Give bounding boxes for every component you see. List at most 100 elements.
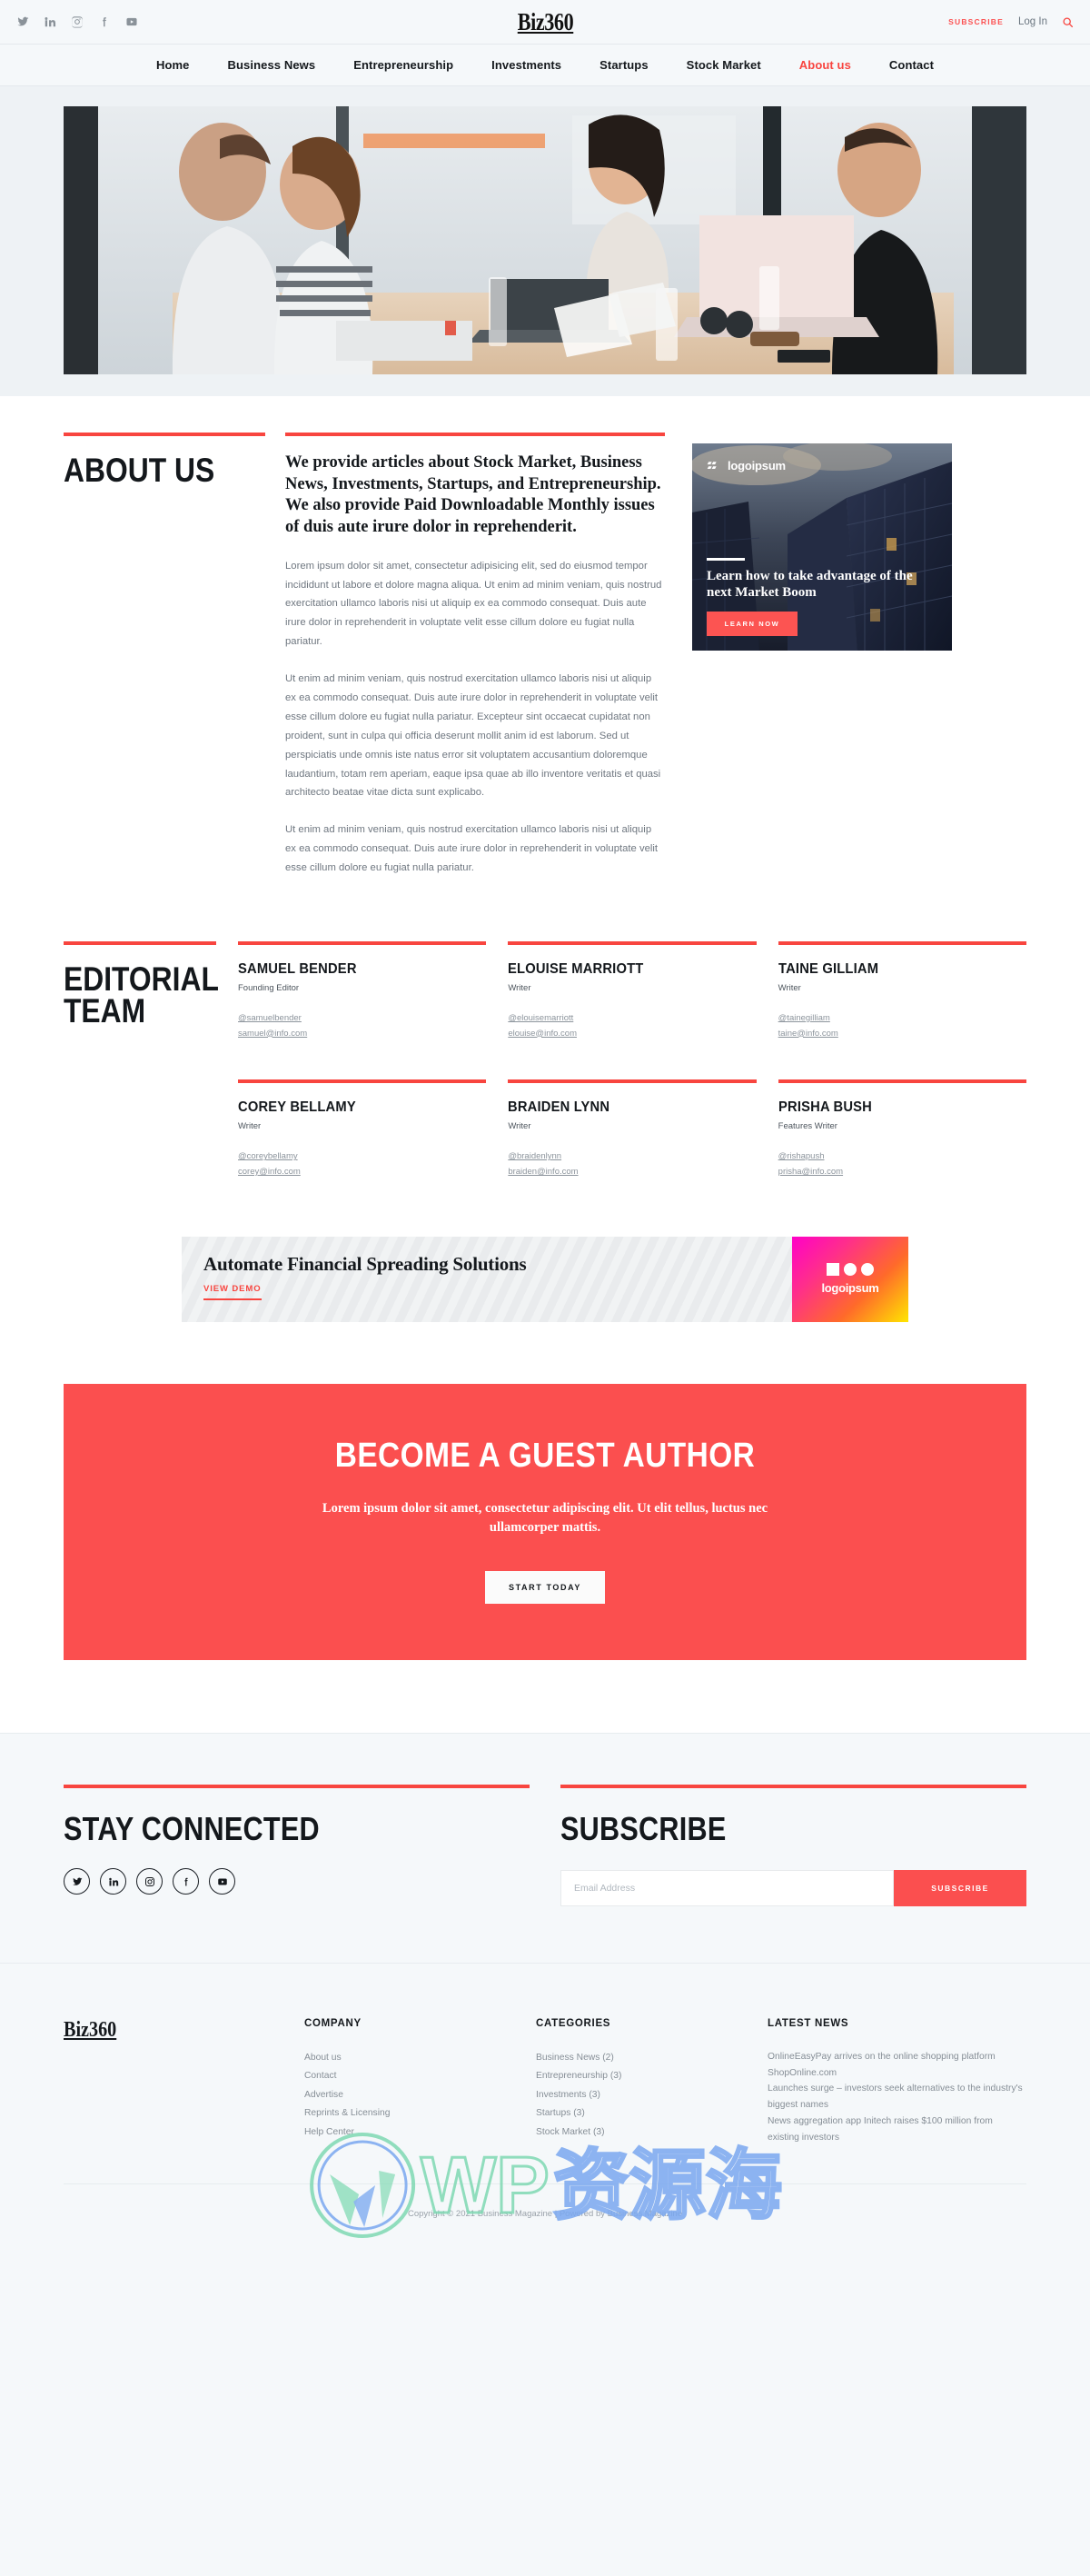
- footer-latest-news-heading: LATEST NEWS: [768, 2018, 849, 2030]
- team-title-spacer: [64, 1079, 216, 1179]
- team-member-email[interactable]: taine@info.com: [778, 1027, 1026, 1042]
- sidebar-ad-logo: logoipsum: [707, 458, 937, 473]
- team-title-column: Editorial Team: [64, 941, 219, 1041]
- subscribe-button[interactable]: SUBSCRIBE: [894, 1870, 1026, 1907]
- header-login-link[interactable]: Log In: [1018, 16, 1047, 27]
- linkedin-icon[interactable]: [44, 15, 56, 28]
- section-accent-rule: [508, 1079, 757, 1084]
- connect-subscribe-section: Stay Connected: [0, 1733, 1090, 1964]
- banner-ad-content: Automate Financial Spreading Solutions V…: [182, 1236, 792, 1322]
- page-title: About Us: [64, 452, 215, 489]
- footer-news-item[interactable]: Launches surge – investors seek alternat…: [768, 2081, 1026, 2113]
- nav-item-investments[interactable]: Investments: [472, 58, 580, 72]
- site-footer: Biz360 COMPANY About us Contact Advertis…: [0, 1963, 1090, 2245]
- team-member-role: Writer: [778, 983, 801, 994]
- twitter-icon[interactable]: [16, 15, 29, 28]
- footer-category-entrepreneurship[interactable]: Entrepreneurship (3): [536, 2067, 768, 2085]
- sidebar-ad-cta-button[interactable]: LEARN NOW: [707, 612, 798, 636]
- instagram-icon[interactable]: [71, 15, 84, 28]
- main-navigation: Home Business News Entrepreneurship Inve…: [137, 58, 953, 72]
- email-input[interactable]: [560, 1870, 894, 1907]
- team-member-card: PRISHA BUSH Features Writer @rishapush p…: [778, 1079, 1026, 1179]
- sidebar-ad-rule: [707, 558, 745, 561]
- stay-connected-block: Stay Connected: [64, 1785, 530, 1906]
- team-row-2: COREY BELLAMY Writer @coreybellamy corey…: [64, 1079, 1026, 1179]
- team-member-card: COREY BELLAMY Writer @coreybellamy corey…: [238, 1079, 487, 1180]
- footer-news-item[interactable]: News aggregation app Initech raises $100…: [768, 2114, 1026, 2145]
- header-subscribe-link[interactable]: SUBSCRIBE: [948, 17, 1004, 26]
- sidebar-column: logoipsum Learn how to take advantage of…: [692, 433, 1026, 878]
- section-accent-rule: [560, 1785, 1026, 1789]
- nav-item-about-us[interactable]: About us: [780, 58, 870, 72]
- team-member-handle[interactable]: @braidenlynn: [508, 1149, 756, 1165]
- main-content: About Us We provide articles about Stock…: [0, 396, 1090, 1734]
- youtube-icon[interactable]: [209, 1868, 235, 1895]
- footer-company-column: COMPANY About us Contact Advertise Repri…: [304, 2018, 536, 2145]
- banner-ad[interactable]: Automate Financial Spreading Solutions V…: [182, 1236, 908, 1322]
- footer-category-business-news[interactable]: Business News (2): [536, 2049, 768, 2067]
- footer-link-help-center[interactable]: Help Center: [304, 2123, 536, 2142]
- banner-ad-logo-panel: logoipsum: [792, 1236, 908, 1322]
- footer-copyright-row: Copyright © 2021 Business Magazine | Pow…: [64, 2183, 1026, 2244]
- banner-ad-headline: Automate Financial Spreading Solutions: [203, 1252, 527, 1275]
- start-today-button[interactable]: START TODAY: [485, 1571, 605, 1605]
- twitter-icon[interactable]: [64, 1868, 90, 1895]
- section-accent-rule: [238, 1079, 487, 1084]
- section-accent-rule: [64, 941, 216, 946]
- about-lede: We provide articles about Stock Market, …: [285, 453, 661, 537]
- team-title-line-2: Team: [64, 992, 146, 1030]
- team-member-handle[interactable]: @coreybellamy: [238, 1149, 486, 1165]
- team-member-email[interactable]: samuel@info.com: [238, 1027, 486, 1042]
- footer-category-stock-market[interactable]: Stock Market (3): [536, 2123, 768, 2142]
- team-member-handle[interactable]: @rishapush: [778, 1149, 1026, 1165]
- cta-paragraph: Lorem ipsum dolor sit amet, consectetur …: [322, 1500, 768, 1536]
- nav-item-home[interactable]: Home: [137, 58, 209, 72]
- footer-logo[interactable]: Biz360: [64, 2018, 116, 2043]
- youtube-icon[interactable]: [125, 15, 138, 28]
- site-logo[interactable]: Biz360: [517, 8, 573, 36]
- team-member-email[interactable]: braiden@info.com: [508, 1165, 756, 1180]
- team-member-role: Founding Editor: [238, 983, 300, 994]
- site-brand-container: Biz360: [0, 8, 1090, 36]
- team-member-role: Features Writer: [778, 1121, 837, 1132]
- logoipsum-icon: [827, 1263, 874, 1277]
- footer-logo-column: Biz360: [64, 2018, 304, 2145]
- footer-category-startups[interactable]: Startups (3): [536, 2104, 768, 2123]
- linkedin-icon[interactable]: [100, 1868, 126, 1895]
- team-member-email[interactable]: elouise@info.com: [508, 1027, 756, 1042]
- guest-author-cta: Become a Guest Author Lorem ipsum dolor …: [64, 1383, 1026, 1661]
- footer-categories-links: Business News (2) Entrepreneurship (3) I…: [536, 2049, 768, 2142]
- footer-link-advertise[interactable]: Advertise: [304, 2086, 536, 2104]
- facebook-icon[interactable]: [173, 1868, 199, 1895]
- team-member-handle[interactable]: @samuelbender: [238, 1011, 486, 1027]
- footer-link-contact[interactable]: Contact: [304, 2067, 536, 2085]
- search-icon[interactable]: [1062, 16, 1074, 28]
- banner-ad-cta-link[interactable]: VIEW DEMO: [203, 1284, 262, 1300]
- nav-item-stock-market[interactable]: Stock Market: [668, 58, 780, 72]
- nav-item-entrepreneurship[interactable]: Entrepreneurship: [334, 58, 472, 72]
- subscribe-form: SUBSCRIBE: [560, 1870, 1026, 1907]
- nav-item-business-news[interactable]: Business News: [209, 58, 335, 72]
- team-member-email[interactable]: corey@info.com: [238, 1165, 486, 1180]
- subscribe-title: Subscribe: [560, 1810, 727, 1848]
- nav-item-contact[interactable]: Contact: [870, 58, 953, 72]
- footer-latest-news-list: OnlineEasyPay arrives on the online shop…: [768, 2049, 1026, 2145]
- footer-social-links: [64, 1868, 530, 1895]
- hero-image: [64, 106, 1026, 374]
- footer-link-reprints-licensing[interactable]: Reprints & Licensing: [304, 2104, 536, 2123]
- footer-category-investments[interactable]: Investments (3): [536, 2086, 768, 2104]
- hero-section: [0, 86, 1090, 396]
- team-member-handle[interactable]: @elouisemarriott: [508, 1011, 756, 1027]
- team-member-email[interactable]: prisha@info.com: [778, 1165, 1026, 1180]
- sidebar-ad-widget[interactable]: logoipsum Learn how to take advantage of…: [692, 443, 952, 651]
- instagram-icon[interactable]: [136, 1868, 163, 1895]
- team-member-handle[interactable]: @tainegilliam: [778, 1011, 1026, 1027]
- footer-news-item[interactable]: OnlineEasyPay arrives on the online shop…: [768, 2049, 1026, 2081]
- copyright-text: Copyright © 2021 Business Magazine | Pow…: [407, 2209, 683, 2220]
- facebook-icon[interactable]: [98, 15, 111, 28]
- footer-link-about-us[interactable]: About us: [304, 2049, 536, 2067]
- nav-item-startups[interactable]: Startups: [580, 58, 668, 72]
- guest-author-section: Become a Guest Author Lorem ipsum dolor …: [64, 1322, 1026, 1734]
- team-member-role: Writer: [508, 983, 531, 994]
- team-member-role: Writer: [508, 1121, 531, 1132]
